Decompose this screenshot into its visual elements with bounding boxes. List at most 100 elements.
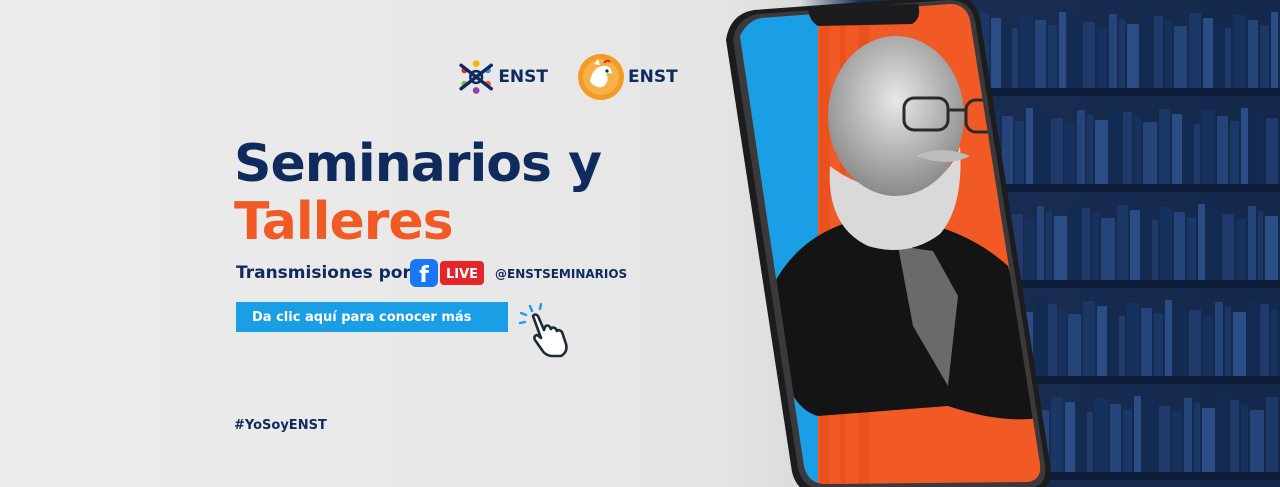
enst-network-icon (459, 60, 493, 94)
book-spine (1197, 204, 1205, 282)
social-handle[interactable]: @ENSTSEMINARIOS (495, 267, 627, 281)
book-spine (1172, 114, 1183, 186)
book-spine (1083, 22, 1096, 90)
book-spine (1230, 400, 1240, 474)
book-spine (1086, 412, 1093, 474)
enst-logo-network[interactable]: ENST (456, 55, 548, 99)
book-spine (1172, 411, 1183, 474)
book-spine (1097, 306, 1107, 378)
book-spine (1126, 24, 1140, 90)
book-spine (1092, 213, 1100, 282)
book-spine (1133, 396, 1141, 474)
book-spine (1222, 214, 1235, 282)
book-spine (1151, 220, 1158, 282)
book-spine (1141, 308, 1153, 378)
book-spine (1101, 218, 1115, 282)
book-spine (1058, 12, 1066, 90)
book-spine (1189, 13, 1202, 90)
book-spine (1083, 301, 1096, 378)
book-spine (1094, 120, 1108, 186)
book-spine (1203, 315, 1214, 378)
book-spine (1164, 300, 1172, 378)
book-spine (1154, 16, 1163, 90)
book-spine (1142, 122, 1157, 186)
book-spine (1159, 207, 1173, 282)
book-spine (1241, 108, 1249, 186)
book-spine (1076, 110, 1085, 186)
book-spine (1271, 12, 1278, 90)
book-spine (1203, 18, 1214, 90)
book-spine (1164, 21, 1172, 90)
book-spine (1130, 210, 1141, 282)
book-spine (1202, 111, 1216, 186)
book-spine (1158, 406, 1171, 474)
book-spine (1230, 121, 1240, 186)
book-spine (1154, 313, 1163, 378)
book-spine (1064, 123, 1075, 186)
book-spine (1094, 399, 1108, 474)
enst-logo-mascot[interactable]: ENST (576, 52, 686, 102)
book-spine (1247, 20, 1259, 90)
book-spine (1250, 410, 1265, 474)
book-spine (1126, 303, 1140, 378)
live-label: LIVE (446, 267, 478, 282)
book-spine (1187, 217, 1196, 282)
book-spine (1224, 307, 1231, 378)
learn-more-button[interactable]: Da clic aquí para conocer más (236, 302, 508, 332)
book-spine (1054, 216, 1067, 282)
book-spine (1122, 112, 1132, 186)
book-spine (1109, 404, 1121, 474)
logo-text: ENST (498, 67, 548, 87)
facebook-letter: f (419, 263, 429, 287)
book-spine (1142, 401, 1157, 474)
book-spine (1215, 23, 1223, 90)
facebook-live-icon[interactable]: f LIVE (410, 259, 484, 287)
book-spine (1271, 309, 1278, 378)
book-spine (1257, 211, 1264, 282)
book-spine (1247, 299, 1259, 378)
book-spine (1081, 208, 1091, 282)
book-spine (1241, 405, 1249, 474)
book-spine (1232, 15, 1246, 90)
book-spine (1266, 118, 1278, 186)
book-spine (1097, 27, 1107, 90)
book-spine (1206, 209, 1221, 282)
book-spine (1250, 113, 1265, 186)
broadcast-label: Transmisiones por (236, 263, 411, 283)
book-spine (1194, 124, 1201, 186)
book-spine (1108, 311, 1117, 378)
book-spine (1133, 117, 1141, 186)
book-spine (1247, 206, 1256, 282)
headline-line-1: Seminarios y (234, 134, 602, 194)
book-spine (1068, 203, 1080, 282)
book-spine (1184, 119, 1193, 186)
book-spine (1173, 26, 1188, 90)
book-spine (1174, 212, 1186, 282)
enst-mascot-icon (578, 54, 624, 100)
hashtag: #YoSoyENST (234, 418, 327, 433)
book-spine (1067, 314, 1082, 378)
pointing-hand-icon[interactable] (515, 300, 573, 358)
book-spine (1109, 107, 1121, 186)
book-spine (1260, 25, 1270, 90)
book-spine (1108, 14, 1117, 90)
book-spine (1217, 116, 1229, 186)
book-spine (1266, 397, 1278, 474)
book-spine (1050, 397, 1063, 474)
book-spine (1202, 408, 1216, 474)
book-spine (1116, 205, 1129, 282)
book-spine (1086, 115, 1093, 186)
book-spine (1050, 118, 1063, 186)
book-spine (1184, 398, 1193, 474)
book-spine (1141, 11, 1153, 90)
book-spine (1215, 302, 1223, 378)
book-spine (1142, 215, 1150, 282)
book-spine (1076, 407, 1085, 474)
book-spine (1236, 219, 1246, 282)
book-spine (1194, 403, 1201, 474)
book-spine (1118, 19, 1125, 90)
book-spine (1189, 310, 1202, 378)
book-spine (1064, 402, 1075, 474)
book-spine (1122, 409, 1132, 474)
book-spine (1067, 17, 1082, 90)
